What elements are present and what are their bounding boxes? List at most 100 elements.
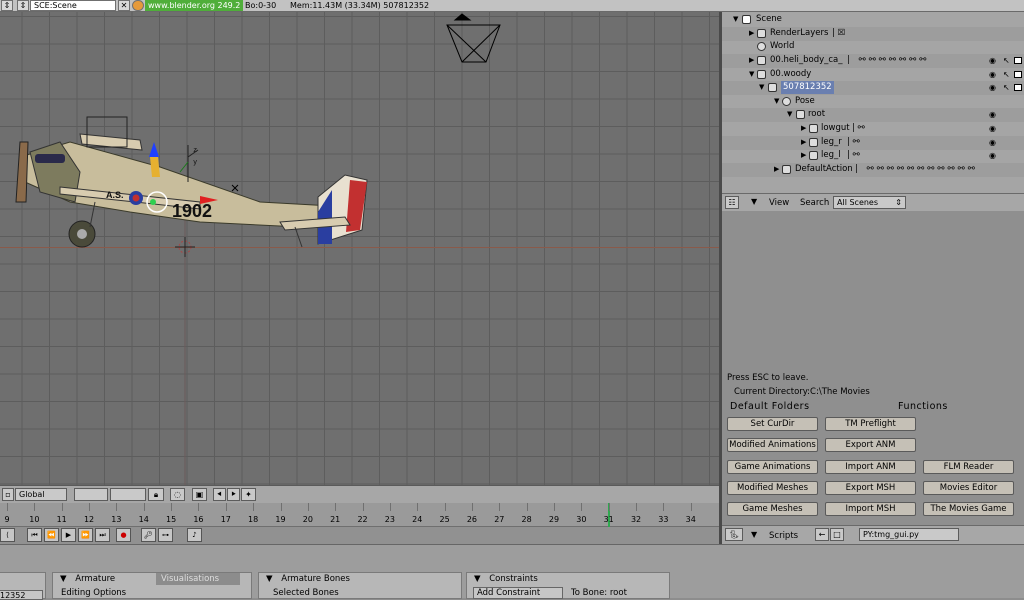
outliner-row-leg-l[interactable]: ▶ leg_l | ⚯ ◉ <box>722 149 1024 163</box>
export-msh-button[interactable]: Export MSH <box>825 481 916 495</box>
script-file-field[interactable]: PY:tmg_gui.py <box>859 528 959 541</box>
timeline-frame-label: 32 <box>630 515 642 524</box>
the-movies-game-button[interactable]: The Movies Game <box>923 502 1014 516</box>
play-icon[interactable]: ▶ <box>61 528 76 542</box>
visibility-eye-icon[interactable]: ◉ <box>989 149 996 162</box>
pose-icon <box>782 97 791 106</box>
view-menu-icon[interactable]: ▫ <box>2 488 14 501</box>
import-msh-button[interactable]: Import MSH <box>825 502 916 516</box>
outliner-row-lowgut[interactable]: ▶ lowgut | ⚯ ◉ <box>722 122 1024 136</box>
export-anm-button[interactable]: Export ANM <box>825 438 916 452</box>
renderlayers-ctrl-icon[interactable]: | ☒ <box>832 27 845 40</box>
chevron-updown-icon: ⇕ <box>895 198 902 207</box>
visibility-eye-icon[interactable]: ◉ <box>989 108 996 121</box>
timeline-frame-label: 15 <box>166 515 177 524</box>
scope-select[interactable]: All Scenes ⇕ <box>833 196 906 209</box>
keyframe-icon[interactable]: 🔑︎ <box>141 528 156 542</box>
collapse-arrow-icon[interactable]: ▼ <box>751 197 757 206</box>
python-icon[interactable]: 🐍︎ <box>725 528 743 541</box>
visibility-eye-icon[interactable]: ◉ <box>989 136 996 149</box>
import-anm-button[interactable]: Import ANM <box>825 460 916 474</box>
biplane-model <box>15 116 368 257</box>
3d-viewport[interactable]: 1902 A.S. z y <box>0 12 719 485</box>
paste-pose-flip-icon[interactable]: ⯈ <box>227 488 240 501</box>
timeline: 9 10 11 12 13 14 15 16 17 18 19 20 21 22 23 24 25 26 27 28 2… <box>0 503 719 544</box>
render-toggle-icon[interactable] <box>1014 57 1022 64</box>
add-constraint-button[interactable]: Add Constraint <box>473 587 563 599</box>
outliner-row-renderlayers[interactable]: ▶ RenderLayers | ☒ <box>722 27 1024 41</box>
select-arrow-icon[interactable]: ↖ <box>1003 54 1010 67</box>
visibility-eye-icon[interactable]: ◉ <box>989 68 996 81</box>
outliner-row-leg-r[interactable]: ▶ leg_r | ⚯ ◉ <box>722 136 1024 150</box>
timeline-ruler[interactable]: 9 10 11 12 13 14 15 16 17 18 19 20 21 22 23 24 25 26 27 28 2… <box>0 503 719 527</box>
outliner-row-heli-body[interactable]: ▶ 00.heli_body_ca_ | ⚯⚯⚯⚯⚯⚯⚯ ◉ ↖ <box>722 54 1024 68</box>
visibility-eye-icon[interactable]: ◉ <box>989 122 996 135</box>
visibility-eye-icon[interactable]: ◉ <box>989 81 996 94</box>
pose-lib-icon[interactable]: ✦ <box>241 488 256 501</box>
search-menu[interactable]: Search <box>800 198 829 208</box>
modified-meshes-button[interactable]: Modified Meshes <box>727 481 818 495</box>
tab-armature-bones[interactable]: ▼ Armature Bones <box>261 573 461 585</box>
tab-armature[interactable]: ▼ Armature <box>55 573 155 585</box>
scene-selector[interactable]: SCE:Scene <box>30 0 116 11</box>
timeline-tick <box>34 503 36 511</box>
outliner-row-armature-data[interactable]: ▼ 507812352 ◉ ↖ <box>722 81 1024 95</box>
next-frame-icon[interactable]: ⏩ <box>78 528 93 542</box>
scripts-menu[interactable]: Scripts <box>769 531 798 541</box>
frame-field[interactable]: 12352 <box>0 590 43 600</box>
visibility-eye-icon[interactable]: ◉ <box>989 54 996 67</box>
outliner-row-woody[interactable]: ▼ 00.woody ◉ ↖ <box>722 68 1024 82</box>
timeline-tick <box>581 503 583 511</box>
layer-buttons-a[interactable] <box>74 488 108 501</box>
version-label: www.blender.org 249.2 <box>145 0 244 11</box>
close-icon[interactable]: ✕ <box>118 0 130 11</box>
orientation-select[interactable]: Global <box>15 488 67 501</box>
scene-menu-icon[interactable]: ⇕ <box>17 0 29 11</box>
prev-frame-icon[interactable]: ⏪ <box>44 528 59 542</box>
render-icon[interactable]: ▣ <box>192 488 207 501</box>
tab-constraints[interactable]: ▼ Constraints <box>469 573 669 585</box>
frames-stats: Bo:0-30 <box>245 1 277 10</box>
timeline-tick <box>389 503 391 511</box>
sound-icon[interactable]: ♪ <box>187 528 202 542</box>
view-menu[interactable]: View <box>769 198 789 208</box>
movies-editor-button[interactable]: Movies Editor <box>923 481 1014 495</box>
timeline-left-icon[interactable]: ⟨ <box>0 528 15 542</box>
collapse-arrow-icon[interactable]: ▼ <box>751 530 757 539</box>
to-bone-label: To Bone: root <box>571 588 627 598</box>
render-toggle-icon[interactable] <box>1014 71 1022 78</box>
set-curdir-button[interactable]: Set CurDir <box>727 417 818 431</box>
layer-buttons-b[interactable] <box>110 488 146 501</box>
outliner-type-icon[interactable]: ☷ <box>725 196 739 209</box>
jump-end-icon[interactable]: ⏭ <box>95 528 110 542</box>
lock-icon[interactable]: 🔒︎ <box>148 488 164 501</box>
record-icon[interactable]: ● <box>116 528 131 542</box>
proportional-icon[interactable]: ◌ <box>170 488 185 501</box>
back-arrow-icon[interactable]: ← <box>815 528 829 541</box>
bone-icon <box>809 124 818 133</box>
selected-bones-label: Selected Bones <box>273 588 339 598</box>
outliner-row-root[interactable]: ▼ root ◉ <box>722 108 1024 122</box>
timeline-tick <box>225 503 227 511</box>
paste-pose-icon[interactable]: ⯇ <box>213 488 226 501</box>
select-arrow-icon[interactable]: ↖ <box>1003 68 1010 81</box>
outliner-row-scene[interactable]: ▼ Scene <box>722 13 1024 27</box>
outliner-row-defaultaction[interactable]: ▶ DefaultAction | ⚯⚯⚯⚯⚯⚯⚯⚯⚯⚯⚯ <box>722 163 1024 177</box>
timeline-frame-label: 16 <box>193 515 204 524</box>
game-meshes-button[interactable]: Game Meshes <box>727 502 818 516</box>
keyframe-remove-icon[interactable]: ⊶ <box>158 528 173 542</box>
outliner-row-world[interactable]: World <box>722 40 1024 54</box>
game-animations-button[interactable]: Game Animations <box>727 460 818 474</box>
render-toggle-icon[interactable] <box>1014 84 1022 91</box>
window-type-icon[interactable]: ⇕ <box>1 0 13 11</box>
tm-preflight-button[interactable]: TM Preflight <box>825 417 916 431</box>
outliner-row-pose[interactable]: ▼ Pose <box>722 95 1024 109</box>
flm-reader-button[interactable]: FLM Reader <box>923 460 1014 474</box>
buttons-window: 12352 ▼ Armature Visualisations Editing … <box>0 544 1024 600</box>
select-arrow-icon[interactable]: ↖ <box>1003 81 1010 94</box>
tab-visualisations[interactable]: Visualisations <box>156 573 240 585</box>
jump-start-icon[interactable]: ⏮ <box>27 528 42 542</box>
timeline-frame-label: 22 <box>357 515 368 524</box>
modified-animations-button[interactable]: Modified Animations <box>727 438 818 452</box>
script-browse-icon[interactable]: □ <box>830 528 844 541</box>
